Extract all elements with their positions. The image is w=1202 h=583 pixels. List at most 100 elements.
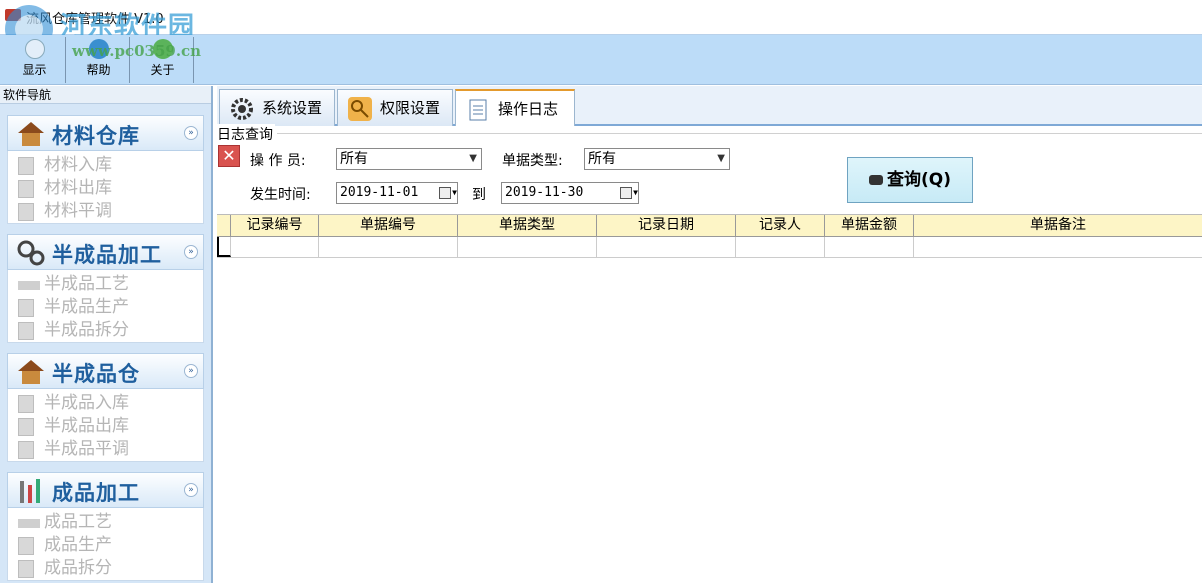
toolbar: 显示 帮助 关于 www.pc0359.cn [0, 35, 1202, 85]
toolbar-help-label: 帮助 [86, 63, 111, 77]
title-bar: 流风仓库管理软件 V1.0 河东软件园 [0, 0, 1202, 53]
date-to-picker[interactable]: 2019-11-30 ▼ [501, 182, 639, 204]
nav-item-material-out[interactable]: 材料出库 [8, 177, 203, 200]
nav-item-material-in[interactable]: 材料入库 [8, 154, 203, 177]
col-doc-no[interactable]: 单据编号 [319, 215, 458, 236]
nav-item-product-produce[interactable]: 成品生产 [8, 534, 203, 557]
group-title: 半成品仓 [52, 361, 140, 386]
nav-group-product-processing: 成品加工 » 成品工艺 成品生产 成品拆分 [7, 472, 204, 581]
nav-group-semi-warehouse: 半成品仓 » 半成品入库 半成品出库 半成品平调 [7, 353, 204, 462]
tab-permission-settings[interactable]: 权限设置 [337, 89, 453, 126]
toolbar-display-button[interactable]: 显示 [4, 37, 66, 83]
collapse-icon[interactable]: » [184, 364, 198, 378]
group-header[interactable]: 半成品仓 » [7, 353, 204, 389]
operator-select[interactable]: 所有 ▼ [336, 148, 482, 170]
nav-title: 软件导航 [0, 86, 211, 104]
document-icon [18, 180, 34, 198]
toolbar-display-label: 显示 [22, 63, 47, 77]
document-icon [18, 299, 34, 317]
gear-icon [231, 98, 253, 120]
watermark-url: www.pc0359.cn [72, 42, 202, 60]
nav-item-semi-in[interactable]: 半成品入库 [8, 392, 203, 415]
process-icon [18, 519, 40, 528]
cell[interactable] [736, 237, 825, 257]
document-icon [18, 395, 34, 413]
gears-icon [17, 240, 45, 266]
document-icon [18, 322, 34, 340]
group-header[interactable]: 材料仓库 » [7, 115, 204, 151]
document-icon [18, 418, 34, 436]
fieldset-line [277, 133, 1202, 134]
log-query-legend: 日志查询 [217, 124, 275, 144]
document-icon [469, 99, 487, 121]
cell[interactable] [458, 237, 597, 257]
log-grid: 记录编号 单据编号 单据类型 记录日期 记录人 单据金额 单据备注 [217, 214, 1202, 258]
col-doc-remark[interactable]: 单据备注 [914, 215, 1202, 236]
nav-item-material-transfer[interactable]: 材料平调 [8, 200, 203, 223]
to-label: 到 [472, 187, 486, 203]
chevron-down-icon: ▼ [633, 188, 638, 197]
operator-label: 操 作 员: [250, 153, 306, 169]
document-icon [18, 157, 34, 175]
software-navigation: 软件导航 材料仓库 » 材料入库 材料出库 材料平调 半成品加工 » 半成品工艺… [0, 86, 213, 583]
tab-strip: 系统设置 权限设置 操作日志 [217, 86, 1202, 128]
doc-type-select[interactable]: 所有 ▼ [584, 148, 730, 170]
document-icon [18, 560, 34, 578]
nav-item-semi-out[interactable]: 半成品出库 [8, 415, 203, 438]
document-icon [18, 441, 34, 459]
display-icon [24, 39, 45, 59]
collapse-icon[interactable]: » [184, 126, 198, 140]
col-recorder[interactable]: 记录人 [736, 215, 825, 236]
group-title: 成品加工 [52, 480, 140, 505]
operation-log-panel: 日志查询 ✕ 操 作 员: 所有 ▼ 单据类型: 所有 ▼ 发生时间: 2019… [217, 124, 1202, 583]
nav-item-semi-split[interactable]: 半成品拆分 [8, 319, 203, 342]
tools-icon [20, 479, 40, 503]
cell[interactable] [319, 237, 458, 257]
grid-header: 记录编号 单据编号 单据类型 记录日期 记录人 单据金额 单据备注 [217, 215, 1202, 237]
nav-group-material-warehouse: 材料仓库 » 材料入库 材料出库 材料平调 [7, 115, 204, 224]
cell[interactable] [597, 237, 736, 257]
col-doc-amount[interactable]: 单据金额 [825, 215, 914, 236]
document-icon [18, 203, 34, 221]
group-header[interactable]: 成品加工 » [7, 472, 204, 508]
row-indicator [217, 237, 231, 257]
group-title: 半成品加工 [52, 242, 162, 267]
nav-item-product-split[interactable]: 成品拆分 [8, 557, 203, 580]
group-header[interactable]: 半成品加工 » [7, 234, 204, 270]
toolbar-about-label: 关于 [150, 63, 175, 77]
document-icon [18, 537, 34, 555]
process-icon [18, 281, 40, 290]
key-icon [348, 97, 372, 121]
tab-operation-log[interactable]: 操作日志 [455, 89, 575, 128]
col-record-date[interactable]: 记录日期 [597, 215, 736, 236]
query-button[interactable]: 查询(Q) [847, 157, 973, 203]
row-indicator-header [217, 215, 231, 236]
nav-item-semi-process[interactable]: 半成品工艺 [8, 273, 203, 296]
calendar-icon [439, 187, 451, 199]
tab-system-settings[interactable]: 系统设置 [219, 89, 335, 126]
nav-item-semi-produce[interactable]: 半成品生产 [8, 296, 203, 319]
house-icon [18, 360, 44, 384]
cell[interactable] [914, 237, 1202, 257]
group-title: 材料仓库 [52, 123, 140, 148]
chevron-down-icon: ▼ [717, 153, 725, 164]
house-icon [18, 122, 44, 146]
time-label: 发生时间: [250, 187, 311, 203]
chevron-down-icon: ▼ [469, 153, 477, 164]
col-doc-type[interactable]: 单据类型 [458, 215, 597, 236]
close-icon[interactable]: ✕ [218, 145, 240, 167]
doc-type-label: 单据类型: [502, 153, 563, 169]
nav-item-semi-transfer[interactable]: 半成品平调 [8, 438, 203, 461]
collapse-icon[interactable]: » [184, 245, 198, 259]
cell[interactable] [825, 237, 914, 257]
collapse-icon[interactable]: » [184, 483, 198, 497]
calendar-icon [620, 187, 632, 199]
nav-group-semi-processing: 半成品加工 » 半成品工艺 半成品生产 半成品拆分 [7, 234, 204, 343]
table-row[interactable] [217, 237, 1202, 258]
cell[interactable] [231, 237, 319, 257]
nav-item-product-process[interactable]: 成品工艺 [8, 511, 203, 534]
binoculars-icon [869, 175, 883, 185]
col-record-no[interactable]: 记录编号 [231, 215, 319, 236]
date-from-picker[interactable]: 2019-11-01 ▼ [336, 182, 458, 204]
chevron-down-icon: ▼ [452, 188, 457, 197]
